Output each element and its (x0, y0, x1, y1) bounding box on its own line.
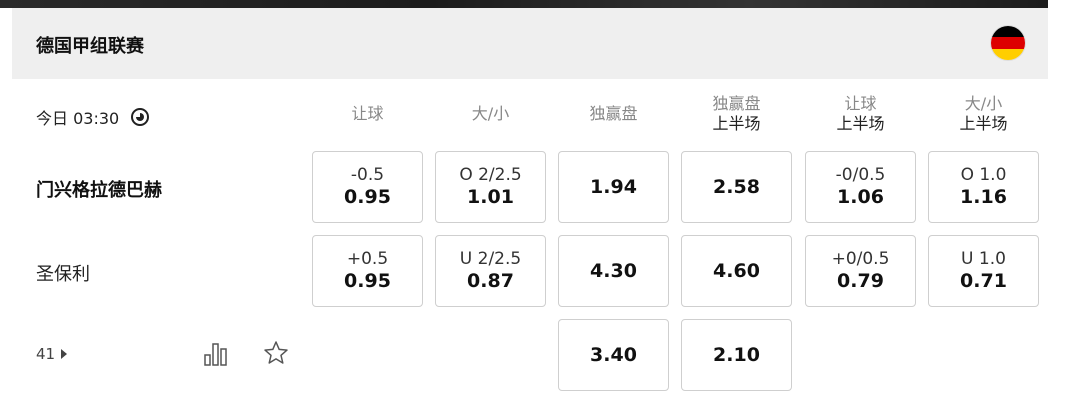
header-over-under-1h: 大/小 上半场 (928, 94, 1039, 134)
odds-value: 4.30 (590, 259, 637, 282)
star-icon[interactable] (263, 340, 289, 366)
flag-stripe-black (991, 26, 1025, 38)
header-over-under-1h-label: 大/小 (964, 94, 1003, 113)
odds-value: 0.87 (467, 270, 514, 292)
away-moneyline-1h-odds[interactable]: 4.60 (681, 235, 792, 307)
draw-moneyline-1h-odds[interactable]: 2.10 (681, 319, 792, 391)
away-under-1h-odds[interactable]: U 1.0 0.71 (928, 235, 1039, 307)
home-moneyline-1h-odds[interactable]: 2.58 (681, 151, 792, 223)
home-team-name: 门兴格拉德巴赫 (36, 180, 162, 201)
header-over-under-1h-sub: 上半场 (959, 114, 1008, 133)
flag-stripe-gold (991, 48, 1025, 60)
header-handicap: 让球 (312, 104, 423, 124)
header-handicap-label: 让球 (351, 104, 384, 123)
odds-line: U 2/2.5 (459, 249, 522, 269)
header-over-under: 大/小 (435, 104, 546, 124)
odds-value: 0.95 (344, 270, 391, 292)
odds-value: 4.60 (713, 259, 760, 282)
right-edge (1048, 0, 1071, 408)
odds-line: -0/0.5 (835, 165, 886, 185)
header-moneyline: 独赢盘 (558, 104, 669, 124)
home-moneyline-odds[interactable]: 1.94 (558, 151, 669, 223)
odds-line: +0.5 (346, 249, 389, 269)
top-banner-strip (0, 0, 1071, 8)
odds-line: O 1.0 (960, 165, 1007, 185)
odds-line: -0.5 (350, 165, 385, 185)
germany-flag-icon (991, 26, 1025, 60)
odds-value: 1.94 (590, 175, 637, 198)
league-header[interactable]: 德国甲组联赛 (12, 8, 1050, 79)
home-over-1h-odds[interactable]: O 1.0 1.16 (928, 151, 1039, 223)
odds-line: +0/0.5 (831, 249, 890, 269)
home-over-odds[interactable]: O 2/2.5 1.01 (435, 151, 546, 223)
flag-stripe-red (991, 37, 1025, 49)
more-markets-count: 41 (36, 345, 56, 363)
odds-value: 2.58 (713, 175, 760, 198)
more-markets-link[interactable]: 41 (36, 345, 68, 363)
odds-value: 3.40 (590, 343, 637, 366)
odds-value: 1.01 (467, 186, 514, 208)
header-over-under-label: 大/小 (471, 104, 510, 123)
header-moneyline-1h: 独赢盘 上半场 (681, 94, 792, 134)
header-moneyline-1h-sub: 上半场 (712, 114, 761, 133)
league-title: 德国甲组联赛 (36, 36, 144, 57)
draw-moneyline-odds[interactable]: 3.40 (558, 319, 669, 391)
header-handicap-1h: 让球 上半场 (805, 94, 916, 134)
away-handicap-odds[interactable]: +0.5 0.95 (312, 235, 423, 307)
match-time: 今日 03:30 (36, 105, 150, 129)
odds-value: 0.79 (837, 270, 884, 292)
odds-line: U 1.0 (961, 249, 1006, 269)
match-time-text: 今日 03:30 (36, 109, 120, 128)
odds-value: 0.71 (960, 270, 1007, 292)
away-moneyline-odds[interactable]: 4.30 (558, 235, 669, 307)
away-team-name: 圣保利 (36, 264, 90, 285)
caret-right-icon (61, 349, 68, 359)
odds-line: O 2/2.5 (459, 165, 522, 185)
header-moneyline-1h-label: 独赢盘 (712, 94, 761, 113)
odds-value: 1.06 (837, 186, 884, 208)
header-handicap-1h-label: 让球 (844, 94, 877, 113)
away-under-odds[interactable]: U 2/2.5 0.87 (435, 235, 546, 307)
away-handicap-1h-odds[interactable]: +0/0.5 0.79 (805, 235, 916, 307)
bar-chart-icon[interactable] (203, 342, 229, 366)
home-handicap-1h-odds[interactable]: -0/0.5 1.06 (805, 151, 916, 223)
odds-value: 0.95 (344, 186, 391, 208)
odds-value: 1.16 (960, 186, 1007, 208)
clock-icon (131, 108, 150, 126)
header-handicap-1h-sub: 上半场 (836, 114, 885, 133)
home-handicap-odds[interactable]: -0.5 0.95 (312, 151, 423, 223)
odds-value: 2.10 (713, 343, 760, 366)
header-moneyline-label: 独赢盘 (589, 104, 638, 123)
